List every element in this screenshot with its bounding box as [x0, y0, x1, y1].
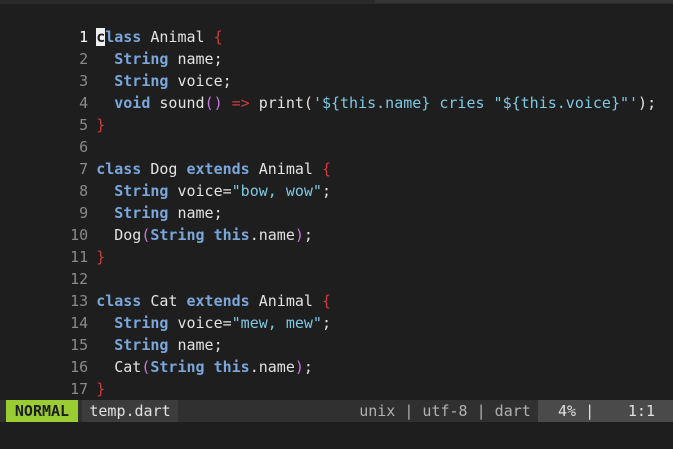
status-bar: NORMAL temp.dart unix | utf-8 | dart 4% … — [0, 400, 673, 422]
code-line: 4 void sound() => print('${this.name} cr… — [0, 70, 673, 112]
code-line: 9 String name; — [0, 180, 673, 222]
code-line: 12 — [0, 246, 673, 288]
code-line: 18 — [0, 378, 673, 420]
code-line: 6 — [0, 114, 673, 156]
code-line: 7 class Dog extends Animal { — [0, 136, 673, 178]
cursor-position: 1:1 — [627, 402, 655, 420]
code-line: 13 class Cat extends Animal { — [0, 268, 673, 310]
vim-window: 1 class Animal { 2 String name; 3 String … — [0, 0, 673, 449]
command-line[interactable] — [0, 422, 673, 449]
code-line: 1 class Animal { — [0, 4, 673, 46]
code-line: 10 Dog(String this.name); — [0, 202, 673, 244]
scroll-percent: 4% | — [558, 402, 595, 420]
code-line: 11} — [0, 224, 673, 266]
file-info: unix | utf-8 | dart — [359, 402, 531, 420]
code-line: 2 String name; — [0, 26, 673, 68]
file-name: temp.dart — [82, 400, 178, 422]
code-line: 15 String name; — [0, 312, 673, 354]
cursor-position-block: 4% | 1:1 — [538, 400, 673, 422]
code-line: 3 String voice; — [0, 48, 673, 90]
mode-indicator: NORMAL — [6, 400, 78, 422]
code-editor[interactable]: 1 class Animal { 2 String name; 3 String … — [0, 4, 673, 420]
code-line: 16 Cat(String this.name); — [0, 334, 673, 376]
code-line: 5} — [0, 92, 673, 134]
code-line: 14 String voice="mew, mew"; — [0, 290, 673, 332]
code-line: 8 String voice="bow, wow"; — [0, 158, 673, 200]
code-line: 17} — [0, 356, 673, 398]
